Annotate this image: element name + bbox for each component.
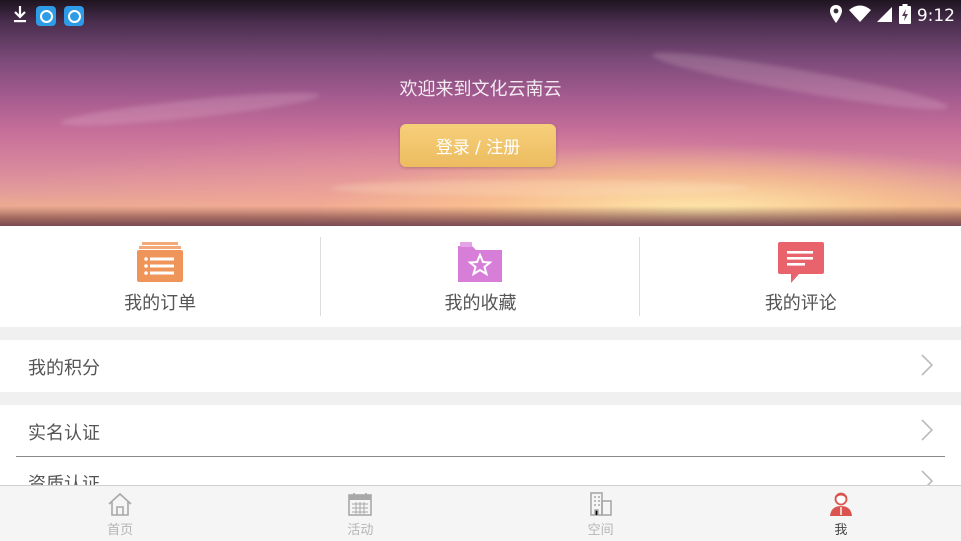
menu-item-real-name-verification[interactable]: 实名认证: [0, 405, 961, 457]
location-icon: [829, 4, 843, 28]
tab-me[interactable]: 我: [721, 486, 961, 541]
login-register-button[interactable]: 登录 / 注册: [400, 124, 556, 167]
menu-item-points[interactable]: 我的积分: [0, 340, 961, 392]
tab-label: 我: [834, 523, 848, 538]
menu-item-qualification-verification[interactable]: 资质认证: [0, 457, 961, 487]
status-bar: 9:12: [0, 0, 961, 30]
download-icon: [12, 5, 28, 27]
cloud-streak: [330, 180, 750, 196]
menu-item-label: 实名认证: [28, 423, 100, 444]
battery-icon: [898, 4, 911, 28]
menu-item-label: 我的积分: [28, 358, 100, 379]
order-list-icon: [136, 240, 184, 288]
my-orders-label: 我的订单: [124, 293, 197, 314]
tab-home[interactable]: 首页: [0, 486, 240, 541]
tab-activities[interactable]: 活动: [240, 486, 480, 541]
user-icon: [828, 491, 854, 521]
signal-icon: [876, 5, 893, 27]
app-icon: [64, 6, 84, 26]
tab-label: 空间: [587, 523, 614, 538]
comment-icon: [777, 240, 825, 290]
quick-actions-row: 我的订单 我的收藏 我的评论: [0, 226, 961, 327]
my-favorites-button[interactable]: 我的收藏: [320, 226, 640, 327]
building-icon: [588, 491, 614, 521]
chevron-right-icon: [921, 419, 934, 445]
tab-label: 活动: [347, 523, 374, 538]
my-orders-button[interactable]: 我的订单: [0, 226, 320, 327]
home-icon: [107, 491, 133, 521]
tab-spaces[interactable]: 空间: [481, 486, 721, 541]
bottom-tab-bar: 首页 活动 空间 我: [0, 485, 961, 541]
chevron-right-icon: [921, 354, 934, 380]
tab-label: 首页: [107, 523, 134, 538]
welcome-text: 欢迎来到文化云南云: [399, 79, 562, 100]
my-comments-label: 我的评论: [764, 293, 837, 314]
my-favorites-label: 我的收藏: [444, 293, 517, 314]
app-icon: [36, 6, 56, 26]
star-folder-icon: [456, 240, 504, 288]
status-time: 9:12: [916, 6, 955, 26]
wifi-icon: [848, 5, 871, 27]
profile-header-banner: 9:12 欢迎来到文化云南云 登录 / 注册: [0, 0, 961, 226]
my-comments-button[interactable]: 我的评论: [641, 226, 961, 327]
calendar-icon: [347, 491, 373, 521]
horizon-land: [0, 206, 961, 226]
